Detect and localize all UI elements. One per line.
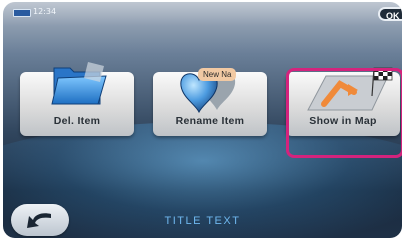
selection-highlight xyxy=(286,68,402,158)
page-title: TITLE TEXT xyxy=(164,215,241,227)
battery-icon xyxy=(13,9,31,17)
del-item-label: Del. Item xyxy=(53,115,101,127)
ok-button[interactable]: OK xyxy=(378,7,402,21)
time-display: 12:34 xyxy=(33,7,57,16)
screen: 12:34 OK Del. Item New Na Rename Item Sh… xyxy=(3,2,402,238)
new-name-badge: New Na xyxy=(198,68,237,81)
folder-icon xyxy=(51,62,107,105)
rename-item-button[interactable]: New Na Rename Item xyxy=(153,68,267,136)
del-item-button[interactable]: Del. Item xyxy=(20,62,134,136)
rename-item-label: Rename Item xyxy=(175,115,245,127)
status-bar: 12:34 OK xyxy=(3,2,402,26)
